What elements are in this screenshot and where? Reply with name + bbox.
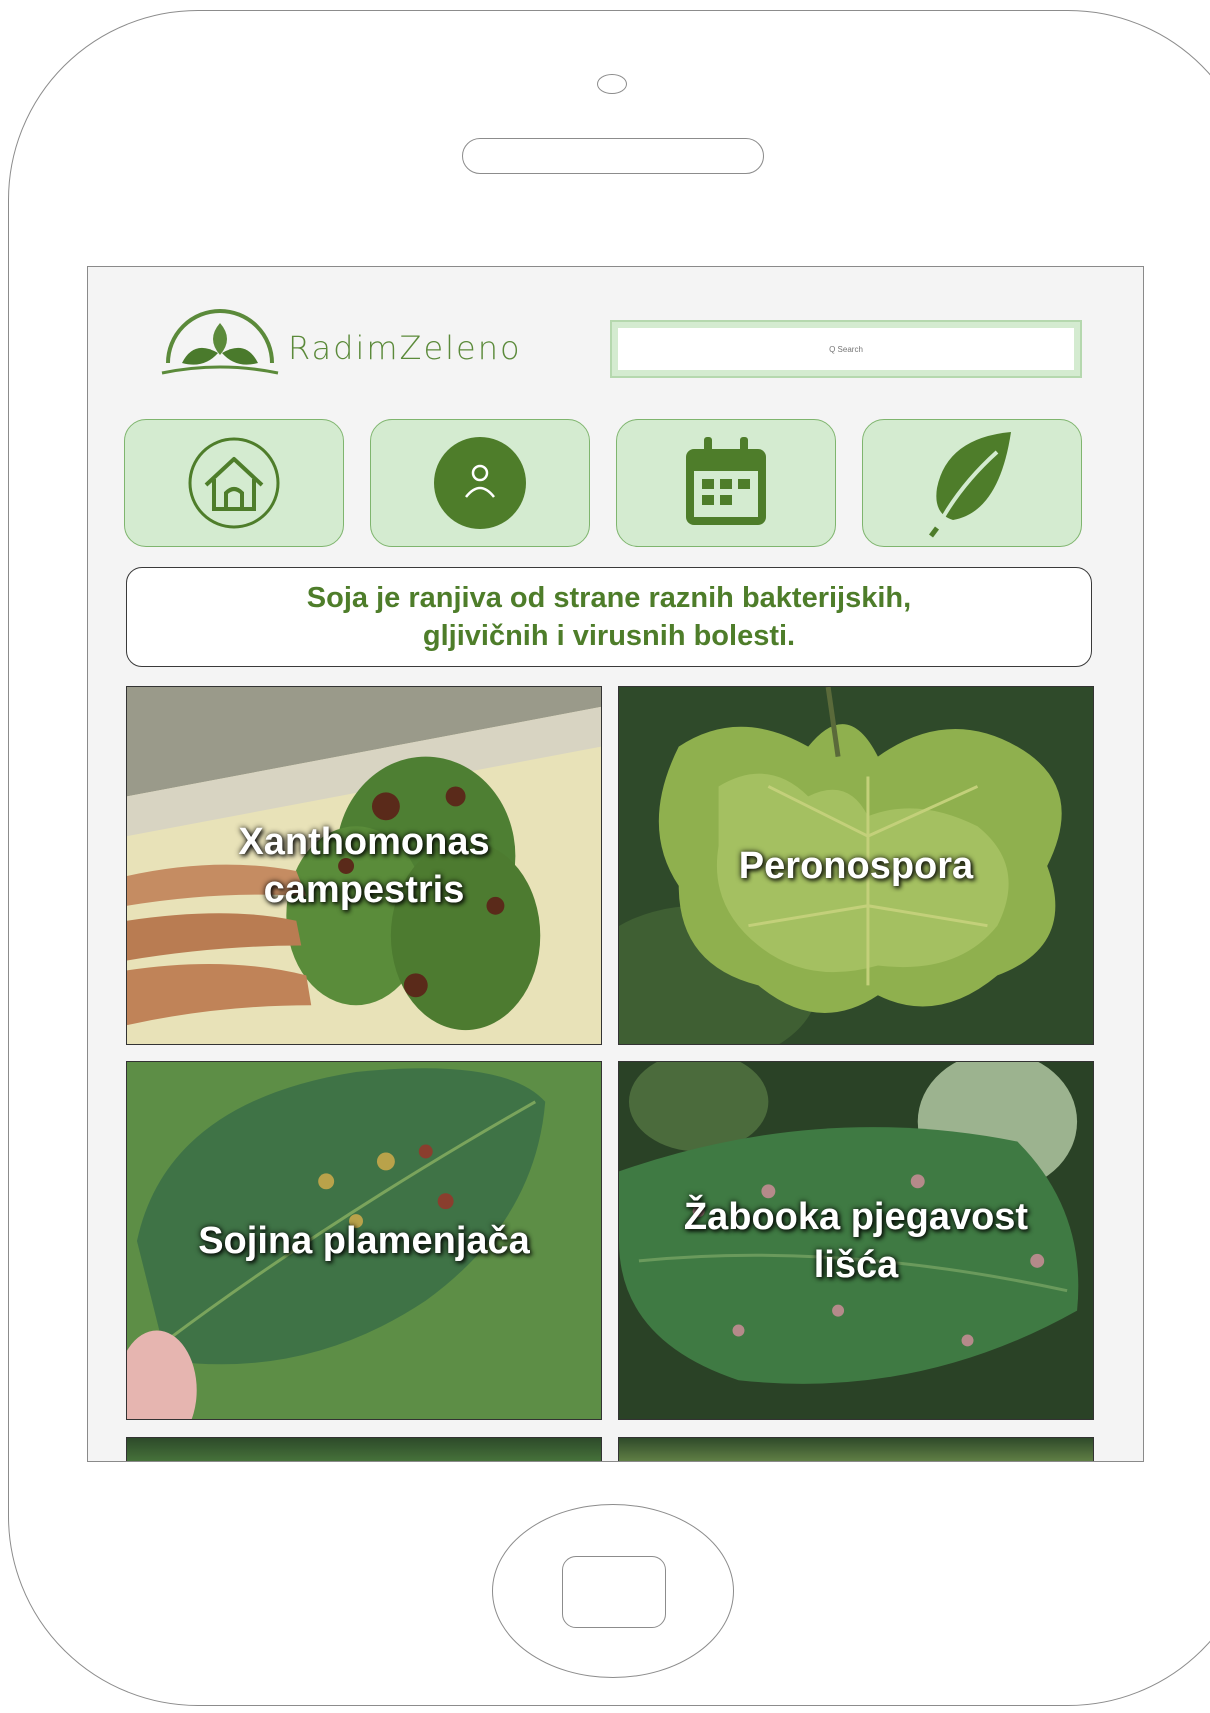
disease-label: Sojina plamenjača [198,1219,530,1262]
brand-name: RadimZeleno [288,329,522,367]
user-icon [434,437,526,529]
nav-button-calendar[interactable] [616,419,836,547]
nav-button-home[interactable] [124,419,344,547]
disease-label: Žabooka pjegavost lišća [683,1195,1029,1286]
info-banner: Soja je ranjiva od strane raznih bakteri… [126,567,1092,667]
disease-card-partial[interactable] [126,1437,602,1461]
disease-label: Xanthomonas campestris [238,820,490,911]
search-input[interactable] [618,328,1074,370]
phone-home-button-square [562,1556,666,1628]
logo-icon[interactable] [160,303,280,389]
disease-card-peronospora[interactable]: Peronospora [618,686,1094,1045]
disease-card-xanthomonas[interactable]: Xanthomonas campestris [126,686,602,1045]
phone-camera [597,74,627,94]
search-bar [610,320,1082,378]
app-screen: RadimZeleno Q Search Soja je ranjiva od … [87,266,1144,1462]
home-icon [188,437,280,529]
disease-card-zabooka-pjegavost[interactable]: Žabooka pjegavost lišća [618,1061,1094,1420]
banner-text: Soja je ranjiva od strane raznih bakteri… [306,582,912,652]
disease-label: Peronospora [738,844,974,887]
calendar-icon [686,437,766,525]
nav-button-plants[interactable] [862,419,1082,547]
phone-speaker [462,138,764,174]
disease-card-partial[interactable] [618,1437,1094,1461]
nav-button-profile[interactable] [370,419,590,547]
leaf-icon [929,432,1011,538]
disease-card-sojina-plamenjaca[interactable]: Sojina plamenjača [126,1061,602,1420]
